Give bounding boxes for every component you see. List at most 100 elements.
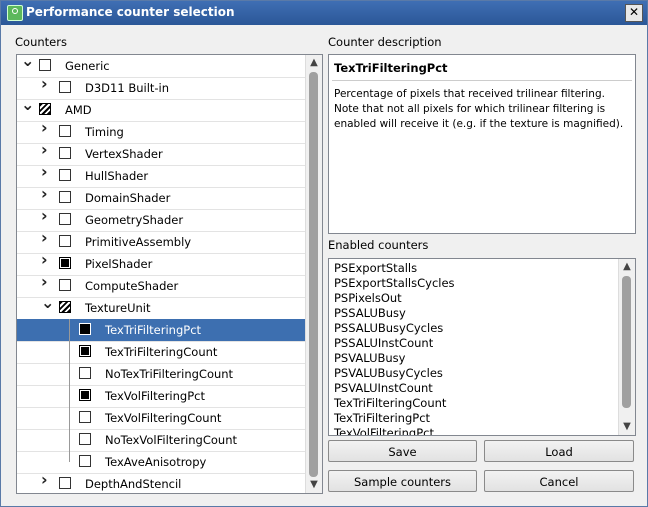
scroll-up-icon[interactable]: ▲ [306, 55, 322, 71]
tree-row[interactable]: TexTriFilteringPct [17, 319, 306, 342]
tree-row-label: TexTriFilteringCount [105, 345, 218, 359]
description-label: Counter description [328, 35, 442, 49]
tree-row[interactable]: › DomainShader [17, 186, 306, 210]
enabled-counter-item[interactable]: PSVALUBusy [334, 351, 455, 366]
enabled-counter-item[interactable]: PSPixelsOut [334, 291, 455, 306]
chevron-down-icon[interactable]: ⌄ [41, 295, 54, 311]
counter-checkbox[interactable] [79, 433, 91, 445]
counter-checkbox[interactable] [79, 323, 91, 335]
tree-row-label: DepthAndStencil [85, 477, 182, 491]
counter-checkbox[interactable] [79, 389, 91, 401]
tree-row[interactable]: ⌄ AMD [17, 97, 306, 122]
counter-checkbox[interactable] [79, 455, 91, 467]
enabled-counter-item[interactable]: TexVolFilteringPct [334, 426, 455, 435]
counter-checkbox[interactable] [39, 59, 51, 71]
counter-checkbox[interactable] [59, 169, 71, 181]
cancel-button[interactable]: Cancel [484, 470, 634, 492]
counter-checkbox[interactable] [59, 147, 71, 159]
close-icon[interactable]: ✕ [625, 4, 643, 22]
save-button[interactable]: Save [328, 440, 477, 462]
chevron-down-icon[interactable]: ⌄ [21, 55, 34, 69]
tree-row-label: GeometryShader [85, 213, 184, 227]
tree-row[interactable]: TexVolFilteringPct [17, 385, 306, 408]
tree-row-label: NoTexTriFilteringCount [105, 367, 234, 381]
chevron-right-icon[interactable]: › [41, 230, 48, 246]
enabled-counters-label: Enabled counters [328, 238, 429, 252]
scroll-thumb[interactable] [622, 276, 631, 408]
scroll-down-icon[interactable]: ▼ [619, 419, 635, 435]
tree-row-label: Timing [85, 125, 124, 139]
chevron-right-icon[interactable]: › [41, 120, 48, 136]
tree-row[interactable]: TexAveAnisotropy [17, 451, 306, 474]
tree-row[interactable]: › HullShader [17, 164, 306, 188]
enabled-counter-item[interactable]: PSExportStallsCycles [334, 276, 455, 291]
scroll-up-icon[interactable]: ▲ [619, 259, 635, 275]
counter-checkbox[interactable] [59, 235, 71, 247]
tree-row[interactable]: TexVolFilteringCount [17, 407, 306, 430]
chevron-right-icon[interactable]: › [41, 252, 48, 268]
chevron-right-icon[interactable]: › [41, 186, 48, 202]
chevron-right-icon[interactable]: › [41, 142, 48, 158]
chevron-right-icon[interactable]: › [41, 208, 48, 224]
sample-counters-button[interactable]: Sample counters [328, 470, 477, 492]
chevron-down-icon[interactable]: ⌄ [21, 97, 34, 113]
enabled-counter-item[interactable]: PSSALUBusy [334, 306, 455, 321]
tree-row[interactable]: ⌄ Generic [17, 55, 306, 78]
enabled-counter-item[interactable]: TexTriFilteringCount [334, 396, 455, 411]
tree-row[interactable]: › VertexShader [17, 142, 306, 166]
counter-description-box: TexTriFilteringPct Percentage of pixels … [328, 54, 636, 234]
tree-scrollbar[interactable]: ▲ ▼ [305, 55, 322, 493]
tree-row[interactable]: NoTexVolFilteringCount [17, 429, 306, 452]
counter-checkbox[interactable] [79, 411, 91, 423]
description-title: TexTriFilteringPct [334, 61, 448, 75]
tree-row-label: DomainShader [85, 191, 171, 205]
counter-checkbox[interactable] [59, 81, 71, 93]
counter-checkbox[interactable] [59, 191, 71, 203]
tree-row-label: TexVolFilteringPct [105, 389, 205, 403]
tree-row[interactable]: › D3D11 Built-in [17, 76, 306, 100]
counter-checkbox[interactable] [39, 103, 51, 115]
tree-row-label: AMD [65, 103, 92, 117]
chevron-right-icon[interactable]: › [41, 472, 48, 488]
tree-row[interactable]: › DepthAndStencil [17, 472, 306, 493]
counter-checkbox[interactable] [59, 125, 71, 137]
app-icon [7, 5, 23, 21]
scroll-down-icon[interactable]: ▼ [306, 477, 322, 493]
tree-row[interactable]: › PrimitiveAssembly [17, 230, 306, 254]
counter-checkbox[interactable] [59, 213, 71, 225]
tree-row-label: TextureUnit [85, 301, 151, 315]
tree-row[interactable]: › PixelShader [17, 252, 306, 276]
enabled-counter-item[interactable]: PSSALUBusyCycles [334, 321, 455, 336]
tree-row[interactable]: › Timing [17, 120, 306, 144]
scroll-thumb[interactable] [309, 72, 318, 477]
counter-checkbox[interactable] [59, 279, 71, 291]
tree-row-label: TexAveAnisotropy [105, 455, 207, 469]
load-button[interactable]: Load [484, 440, 634, 462]
counter-tree[interactable]: ⌄ Generic › D3D11 Built-in ⌄ AMD › Timing › Verte… [16, 54, 323, 494]
tree-row-label: D3D11 Built-in [85, 81, 170, 95]
description-divider [332, 80, 632, 81]
enabled-counter-item[interactable]: PSExportStalls [334, 261, 455, 276]
tree-row[interactable]: › GeometryShader [17, 208, 306, 232]
tree-row[interactable]: TexTriFilteringCount [17, 341, 306, 364]
counter-checkbox[interactable] [79, 345, 91, 357]
chevron-right-icon[interactable]: › [41, 164, 48, 180]
enabled-items: PSExportStalls PSExportStallsCycles PSPixe… [334, 261, 455, 435]
counter-checkbox[interactable] [59, 477, 71, 489]
enabled-counter-item[interactable]: PSSALUInstCount [334, 336, 455, 351]
enabled-counter-item[interactable]: TexTriFilteringPct [334, 411, 455, 426]
enabled-scrollbar[interactable]: ▲ ▼ [618, 259, 635, 435]
enabled-counters-list[interactable]: PSExportStalls PSExportStallsCycles PSPixe… [328, 258, 636, 436]
tree-row[interactable]: › ComputeShader [17, 274, 306, 298]
enabled-counter-item[interactable]: PSVALUInstCount [334, 381, 455, 396]
window-title: Performance counter selection [26, 5, 235, 19]
description-text: Percentage of pixels that received trili… [334, 88, 624, 130]
chevron-right-icon[interactable]: › [41, 76, 48, 92]
counter-checkbox[interactable] [59, 257, 71, 269]
enabled-counter-item[interactable]: PSVALUBusyCycles [334, 366, 455, 381]
tree-row[interactable]: NoTexTriFilteringCount [17, 363, 306, 386]
counter-checkbox[interactable] [59, 301, 71, 313]
counter-checkbox[interactable] [79, 367, 91, 379]
tree-row[interactable]: ⌄ TextureUnit [17, 295, 306, 320]
chevron-right-icon[interactable]: › [41, 274, 48, 290]
